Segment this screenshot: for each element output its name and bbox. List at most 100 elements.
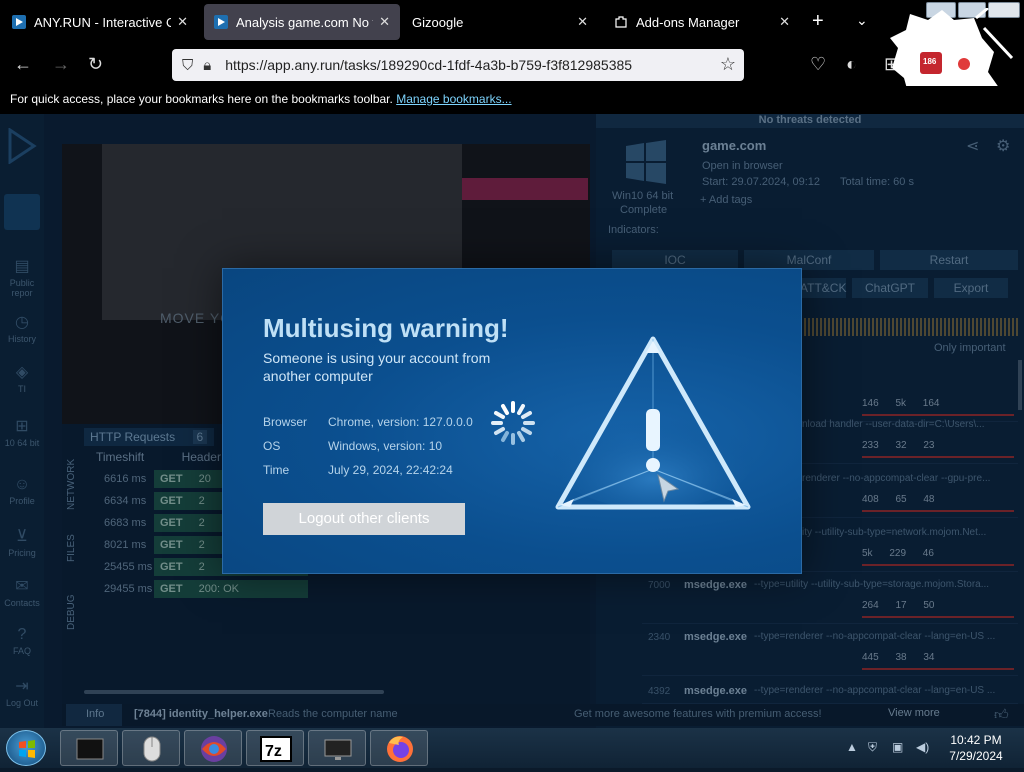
tab-analysis[interactable]: Analysis game.com No thre ✕ (204, 4, 400, 40)
tab-files[interactable]: FILES (66, 534, 77, 562)
tab-debug[interactable]: DEBUG (66, 594, 77, 630)
url-bar[interactable]: ⛉ 🔒︎ https://app.any.run/tasks/189290cd-… (172, 49, 744, 81)
add-tags-button[interactable]: + Add tags (700, 194, 752, 206)
view-more-link[interactable]: View more (888, 707, 940, 719)
nav-faq[interactable]: ? FAQ (0, 626, 44, 656)
windows-logo-icon (626, 140, 666, 184)
os-label: OS (263, 439, 281, 453)
settings-gear-icon[interactable]: ⚙ (996, 136, 1010, 156)
table-row[interactable]: 29455 ms GET 200: OK (96, 580, 308, 598)
taskbar-firefox-button[interactable] (370, 730, 428, 766)
reports-icon: ▤ (14, 258, 30, 275)
back-arrow-icon[interactable]: ← (14, 54, 32, 75)
tab-gizoogle[interactable]: Gizoogle ✕ (402, 4, 598, 40)
stats-bar (862, 510, 1014, 512)
ioc-button[interactable]: IOC (612, 250, 738, 270)
list-item[interactable]: 7000 msedge.exe --type=utility --utility… (642, 574, 1018, 624)
tab-network[interactable]: NETWORK (66, 459, 77, 510)
manage-bookmarks-link[interactable]: Manage bookmarks... (396, 92, 511, 106)
indicators-label: Indicators: (608, 224, 659, 236)
nav-history[interactable]: ◷ History (0, 312, 44, 344)
tray-expand-icon[interactable]: ▲ (846, 740, 858, 754)
new-tab-button[interactable]: + (812, 10, 824, 33)
firefox-icon (387, 736, 413, 762)
tab-label: Gizoogle (412, 14, 464, 30)
thumbs-up-icon[interactable]: 👍︎ (994, 706, 1009, 723)
attck-button[interactable]: ATT&CK (800, 278, 846, 298)
share-icon[interactable]: ⋖ (966, 136, 979, 156)
open-in-browser-link[interactable]: Open in browser (702, 160, 783, 172)
nav-os[interactable]: ⊞ 10 64 bit (0, 416, 44, 448)
tray-network-icon[interactable]: ▣ (892, 740, 903, 754)
activity-timeline (804, 318, 1020, 336)
bookmark-star-icon[interactable]: ☆ (720, 54, 736, 75)
taskbar-app-button[interactable] (184, 730, 242, 766)
close-icon[interactable]: ✕ (779, 14, 790, 30)
tab-anyrun[interactable]: ANY.RUN - Interactive Onli ✕ (2, 4, 198, 40)
vertical-scrollbar[interactable] (1018, 360, 1022, 410)
nav-pricing[interactable]: ⊻ Pricing (0, 526, 44, 558)
chatgpt-button[interactable]: ChatGPT (852, 278, 928, 298)
system-clock[interactable]: 10:42 PM 7/29/2024 (940, 732, 1012, 764)
pocket-icon[interactable]: ♡ (810, 54, 826, 75)
tab-list-button[interactable]: ⌄ (856, 12, 868, 29)
ti-icon: ◈ (15, 364, 29, 381)
horizontal-scrollbar[interactable] (84, 690, 384, 694)
os-status: Complete (620, 204, 668, 216)
puzzle-icon (615, 16, 627, 28)
malconf-button[interactable]: MalConf (744, 250, 874, 270)
new-task-button[interactable] (4, 194, 40, 230)
swirl-app-icon (201, 736, 227, 762)
promo-text: Get more awesome features with premium a… (574, 708, 822, 720)
account-icon[interactable]: ◐ (846, 54, 857, 75)
os-name: Win10 64 bit (612, 190, 674, 202)
nav-profile[interactable]: ☺ Profile (0, 476, 44, 506)
windows-icon: ⊞ (15, 418, 29, 435)
reload-icon[interactable]: ↻ (88, 54, 103, 75)
start-button[interactable] (6, 730, 46, 766)
taskbar-7zip-button[interactable]: 7z (246, 730, 304, 766)
nav-contacts[interactable]: ✉ Contacts (0, 576, 44, 608)
stats-bar (862, 616, 1014, 618)
url-text[interactable]: https://app.any.run/tasks/189290cd-1fdf-… (225, 57, 632, 73)
tray-volume-icon[interactable]: ◀) (916, 740, 929, 754)
logout-other-clients-button[interactable]: Logout other clients (263, 503, 465, 535)
close-icon[interactable]: ✕ (177, 14, 188, 30)
taskbar-cmd-button[interactable] (60, 730, 118, 766)
dialog-subtitle: Someone is using your account from anoth… (263, 350, 491, 384)
nav-ti[interactable]: ◈ TI (0, 362, 44, 394)
taskbar-monitor-button[interactable] (308, 730, 366, 766)
tab-label: Analysis game.com No thre (236, 14, 373, 30)
7zip-icon: 7z (260, 736, 292, 762)
export-button[interactable]: Export (934, 278, 1008, 298)
anyrun-icon (12, 15, 26, 29)
shield-icon[interactable]: ⛉ (182, 57, 193, 74)
taskbar-mouse-button[interactable] (122, 730, 180, 766)
restart-button[interactable]: Restart (880, 250, 1018, 270)
list-item[interactable]: 4392 msedge.exe --type=renderer --no-app… (642, 680, 1018, 704)
lock-icon[interactable]: 🔒︎ (203, 57, 211, 74)
close-icon[interactable]: ✕ (577, 14, 588, 30)
loading-spinner-icon (491, 401, 535, 445)
stats-bar (862, 564, 1014, 566)
tab-addons[interactable]: Add-ons Manager ✕ (604, 4, 800, 40)
list-item[interactable]: 2340 msedge.exe --type=renderer --no-app… (642, 626, 1018, 676)
nav-bar: ← → ↻ ⛉ 🔒︎ https://app.any.run/tasks/189… (0, 44, 1024, 86)
http-requests-tab[interactable]: HTTP Requests 6 (84, 428, 214, 446)
info-description: Reads the computer name (268, 708, 398, 720)
nav-logout[interactable]: ⇥ Log Out (0, 676, 44, 708)
windows-taskbar: 7z ▲ ⛨ ▣ ◀) 10:42 PM 7/29/2024 (0, 728, 1024, 768)
clock-date: 7/29/2024 (949, 749, 1003, 763)
svg-text:7z: 7z (265, 743, 282, 760)
info-bar: Info [7844] identity_helper.exe Reads th… (62, 704, 1024, 726)
mouse-icon (143, 736, 161, 762)
close-icon[interactable]: ✕ (379, 14, 390, 30)
nav-public-reports[interactable]: ▤ Public repor (0, 256, 44, 298)
mail-icon: ✉ (15, 578, 29, 595)
anyrun-logo-icon (8, 128, 37, 164)
info-tab[interactable]: Info (66, 704, 122, 726)
tray-shield-icon[interactable]: ⛨ (868, 740, 877, 755)
forward-arrow-icon[interactable]: → (52, 54, 70, 75)
anyrun-icon (214, 15, 228, 29)
only-important-toggle[interactable]: Only important (934, 342, 1006, 354)
